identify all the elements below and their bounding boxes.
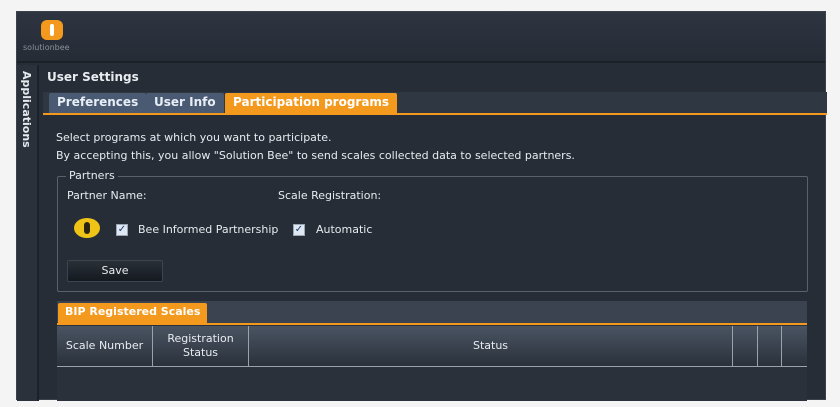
app-header: solutionbee (17, 12, 825, 63)
logo-text: solutionbee (23, 43, 70, 52)
registration-label: Automatic (316, 223, 373, 236)
logo-icon (41, 20, 63, 40)
tab-bip-registered-scales[interactable]: BIP Registered Scales (58, 303, 208, 323)
scale-registration-header: Scale Registration: (278, 189, 382, 202)
automatic-checkbox[interactable]: ✓ (293, 224, 305, 236)
bee-informed-checkbox[interactable]: ✓ (116, 224, 128, 236)
column-status[interactable]: Status (249, 326, 733, 366)
solutionbee-logo[interactable]: solutionbee (23, 18, 93, 58)
intro-line-1: Select programs at which you want to par… (56, 131, 332, 144)
bip-registered-scales-panel: BIP Registered Scales Scale Number Regis… (57, 301, 807, 401)
app-window: solutionbee Applications User Settings P… (16, 11, 827, 401)
tab-user-info[interactable]: User Info (146, 93, 224, 113)
partners-legend: Partners (66, 169, 118, 182)
save-button[interactable]: Save (67, 260, 163, 282)
bip-tab-underline (57, 323, 807, 325)
partner-name-header: Partner Name: (67, 189, 147, 202)
tab-preferences[interactable]: Preferences (49, 93, 147, 113)
partner-name: Bee Informed Partnership (138, 223, 279, 236)
intro-line-2: By accepting this, you allow "Solution B… (56, 149, 575, 162)
tab-underline (43, 113, 827, 115)
applications-sidebar[interactable]: Applications (17, 65, 39, 401)
tab-participation-programs[interactable]: Participation programs (225, 93, 398, 113)
column-extra-1[interactable] (733, 326, 758, 366)
column-extra-2[interactable] (758, 326, 782, 366)
column-extra-3[interactable] (782, 326, 807, 366)
page-title: User Settings (47, 70, 139, 84)
column-scale-number[interactable]: Scale Number (57, 326, 153, 366)
column-registration-status[interactable]: Registration Status (153, 326, 249, 366)
table-header: Scale Number Registration Status Status (57, 326, 807, 367)
sidebar-label: Applications (20, 71, 33, 148)
bee-informed-logo-icon (74, 218, 100, 238)
